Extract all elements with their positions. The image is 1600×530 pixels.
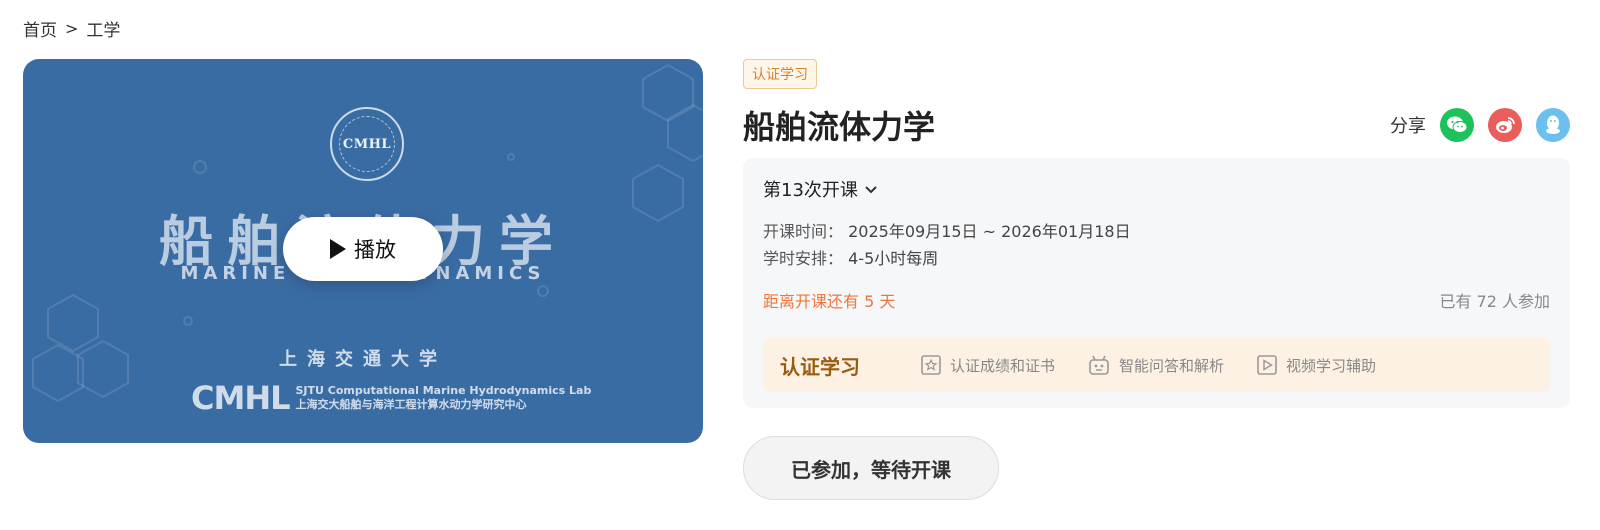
feature-video-assist: 视频学习辅助 [1256,354,1376,376]
certification-title: 认证学习 [780,354,860,379]
start-time-label: 开课时间： [763,222,844,241]
certification-bar: 认证学习 认证成绩和证书 智能问答和解析 视频学习辅助 [763,338,1550,392]
countdown-text: 距离开课还有 5 天 [763,292,896,311]
course-cover-video[interactable]: CMHL 船舶流体力学 MARINE HYDRODYNAMICS 上海交通大学 … [23,59,703,443]
wechat-icon[interactable] [1440,108,1474,142]
play-label: 播放 [354,238,396,262]
video-play-icon [1257,355,1277,375]
breadcrumb: 首页 > 工学 [23,16,120,41]
session-info-card: 第13次开课 开课时间： 2025年09月15日 ~ 2026年01月18日 学… [743,158,1570,408]
feature-ai-qa-label: 智能问答和解析 [1119,356,1225,375]
breadcrumb-current[interactable]: 工学 [86,16,120,41]
breadcrumb-separator: > [65,19,79,38]
certification-tag: 认证学习 [743,59,817,89]
lab-abbr: CMHL [191,379,290,417]
play-button[interactable]: 播放 [283,217,443,281]
robot-icon [1089,355,1109,375]
play-icon [330,239,346,259]
seal-text: CMHL [339,116,395,172]
feature-video-assist-label: 视频学习辅助 [1286,356,1377,375]
start-time-value: 2025年09月15日 ~ 2026年01月18日 [848,222,1131,241]
session-dropdown[interactable]: 第13次开课 [763,176,878,202]
hours-label: 学时安排： [763,249,844,268]
university-seal: CMHL [330,107,404,181]
hours-value: 4-5小时每周 [848,249,939,268]
lab-name-cn: 上海交大船舶与海洋工程计算水动力学研究中心 [295,398,527,411]
qq-icon[interactable] [1536,108,1570,142]
feature-certificate: 认证成绩和证书 [920,354,1055,376]
joined-waiting-button[interactable]: 已参加，等待开课 [743,436,999,500]
cover-university: 上海交通大学 [279,349,447,370]
course-title: 船舶流体力学 [743,108,936,146]
joined-count: 已有 72 人参加 [1439,292,1550,311]
feature-ai-qa: 智能问答和解析 [1087,354,1224,376]
course-info-panel: 认证学习 船舶流体力学 分享 第13次开课 开课时间： 2025年09月15日 … [743,59,1570,408]
lab-name-en: SJTU Computational Marine Hydrodynamics … [295,384,592,397]
cover-lab-logo: CMHL SJTU Computational Marine Hydrodyna… [191,379,591,417]
share-bar: 分享 [1390,108,1570,142]
session-label: 第13次开课 [763,180,858,201]
chevron-down-icon [865,186,877,194]
weibo-icon[interactable] [1488,108,1522,142]
session-meta: 开课时间： 2025年09月15日 ~ 2026年01月18日 学时安排： 4-… [763,218,1550,272]
certificate-icon [921,355,941,375]
feature-certificate-label: 认证成绩和证书 [950,356,1056,375]
share-label: 分享 [1390,116,1426,137]
breadcrumb-home[interactable]: 首页 [23,16,57,41]
